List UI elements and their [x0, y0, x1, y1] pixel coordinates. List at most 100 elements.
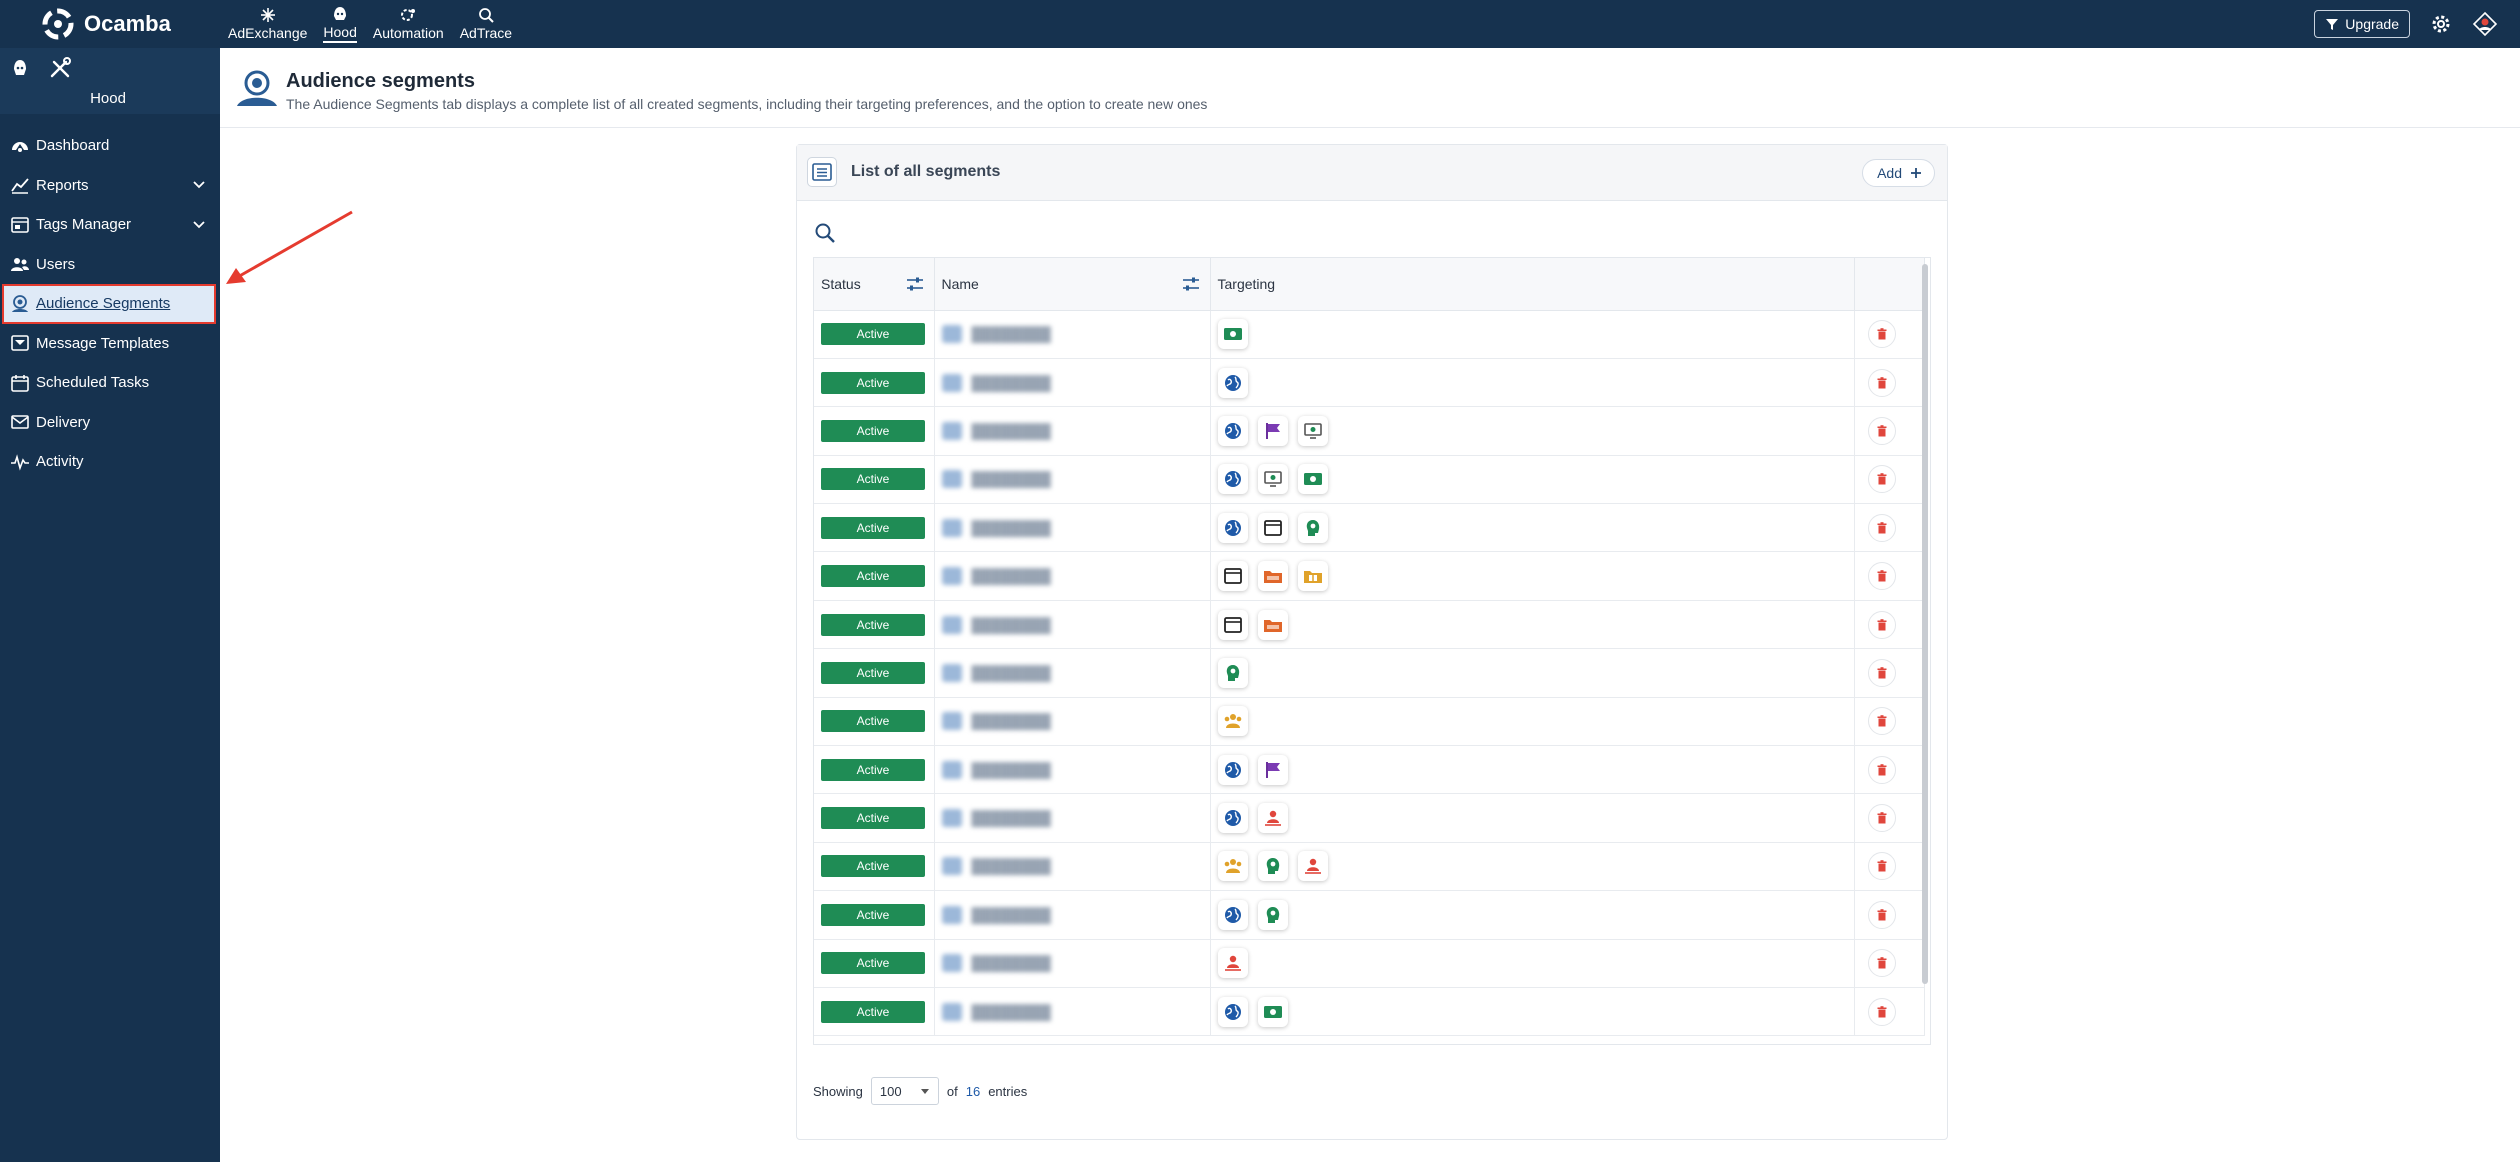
- table-row[interactable]: Active ████████: [814, 600, 1925, 650]
- delete-button[interactable]: [1867, 513, 1896, 542]
- table-row[interactable]: Active ████████: [814, 358, 1925, 408]
- tools-icon[interactable]: [48, 56, 72, 80]
- column-filter-icon[interactable]: [1182, 276, 1200, 292]
- status-badge[interactable]: Active: [821, 516, 925, 539]
- person-targeting-icon[interactable]: [1297, 851, 1328, 882]
- page-size-select[interactable]: 100: [870, 1077, 939, 1105]
- delete-button[interactable]: [1867, 852, 1896, 881]
- table-row[interactable]: Active ████████: [814, 890, 1925, 940]
- account-button[interactable]: [2472, 11, 2498, 37]
- group-targeting-icon[interactable]: [1217, 851, 1248, 882]
- sidebar-item-delivery[interactable]: Delivery: [0, 403, 220, 443]
- name-cell[interactable]: ████████: [934, 890, 1211, 940]
- table-row[interactable]: Active ████████: [814, 745, 1925, 795]
- status-badge[interactable]: Active: [821, 710, 925, 733]
- table-row[interactable]: Active ████████: [814, 987, 1925, 1037]
- table-row[interactable]: Active ████████: [814, 648, 1925, 698]
- money-targeting-icon[interactable]: [1217, 319, 1248, 350]
- name-cell[interactable]: ████████: [934, 842, 1211, 892]
- delete-button[interactable]: [1867, 658, 1896, 687]
- table-row[interactable]: Active ████████: [814, 842, 1925, 892]
- status-badge[interactable]: Active: [821, 855, 925, 878]
- head-targeting-icon[interactable]: [1297, 512, 1328, 543]
- delete-button[interactable]: [1867, 368, 1896, 397]
- delete-button[interactable]: [1867, 465, 1896, 494]
- globe-targeting-icon[interactable]: [1217, 367, 1248, 398]
- table-row[interactable]: Active ████████: [814, 310, 1925, 359]
- name-cell[interactable]: ████████: [934, 697, 1211, 747]
- sidebar-item-audience-segments[interactable]: Audience Segments: [2, 284, 216, 324]
- delete-button[interactable]: [1867, 562, 1896, 591]
- app-adexchange[interactable]: AdExchange: [220, 0, 315, 48]
- table-row[interactable]: Active ████████: [814, 939, 1925, 988]
- delete-button[interactable]: [1867, 707, 1896, 736]
- name-cell[interactable]: ████████: [934, 600, 1211, 650]
- table-row[interactable]: Active ████████: [814, 551, 1925, 601]
- delete-button[interactable]: [1867, 997, 1896, 1026]
- name-cell[interactable]: ████████: [934, 939, 1211, 988]
- status-badge[interactable]: Active: [821, 903, 925, 926]
- sidebar-item-users[interactable]: Users: [0, 245, 220, 285]
- app-adtrace[interactable]: AdTrace: [452, 0, 520, 48]
- person-targeting-icon[interactable]: [1257, 803, 1288, 834]
- table-row[interactable]: Active ████████: [814, 455, 1925, 505]
- globe-targeting-icon[interactable]: [1217, 512, 1248, 543]
- window-targeting-icon[interactable]: [1217, 561, 1248, 592]
- brand[interactable]: Ocamba: [0, 0, 220, 48]
- status-badge[interactable]: Active: [821, 371, 925, 394]
- app-hood[interactable]: Hood: [315, 0, 364, 48]
- hood-icon[interactable]: [10, 58, 30, 78]
- head-targeting-icon[interactable]: [1257, 851, 1288, 882]
- name-cell[interactable]: ████████: [934, 310, 1211, 359]
- sidebar-item-activity[interactable]: Activity: [0, 442, 220, 482]
- status-badge[interactable]: Active: [821, 468, 925, 491]
- monitor-targeting-icon[interactable]: [1257, 464, 1288, 495]
- delete-button[interactable]: [1867, 320, 1896, 349]
- column-targeting[interactable]: Targeting: [1210, 258, 1855, 311]
- settings-button[interactable]: [2428, 11, 2454, 37]
- globe-targeting-icon[interactable]: [1217, 899, 1248, 930]
- status-badge[interactable]: Active: [821, 952, 925, 975]
- status-badge[interactable]: Active: [821, 565, 925, 588]
- delete-button[interactable]: [1867, 610, 1896, 639]
- status-badge[interactable]: Active: [821, 613, 925, 636]
- column-filter-icon[interactable]: [906, 276, 924, 292]
- globe-targeting-icon[interactable]: [1217, 996, 1248, 1027]
- name-cell[interactable]: ████████: [934, 503, 1211, 553]
- sidebar-item-tags-manager[interactable]: Tags Manager: [0, 205, 220, 245]
- table-row[interactable]: Active ████████: [814, 793, 1925, 843]
- status-badge[interactable]: Active: [821, 758, 925, 781]
- column-name[interactable]: Name: [934, 258, 1211, 311]
- group-targeting-icon[interactable]: [1217, 706, 1248, 737]
- delete-button[interactable]: [1867, 755, 1896, 784]
- name-cell[interactable]: ████████: [934, 987, 1211, 1037]
- name-cell[interactable]: ████████: [934, 745, 1211, 795]
- money-targeting-icon[interactable]: [1297, 464, 1328, 495]
- status-badge[interactable]: Active: [821, 661, 925, 684]
- head-targeting-icon[interactable]: [1257, 899, 1288, 930]
- table-row[interactable]: Active ████████: [814, 503, 1925, 553]
- globe-targeting-icon[interactable]: [1217, 754, 1248, 785]
- delete-button[interactable]: [1867, 416, 1896, 445]
- search-icon[interactable]: [813, 221, 837, 245]
- name-cell[interactable]: ████████: [934, 406, 1211, 456]
- status-badge[interactable]: Active: [821, 1000, 925, 1023]
- folder-gift-targeting-icon[interactable]: [1297, 561, 1328, 592]
- name-cell[interactable]: ████████: [934, 551, 1211, 601]
- flag-targeting-icon[interactable]: [1257, 415, 1288, 446]
- globe-targeting-icon[interactable]: [1217, 415, 1248, 446]
- monitor-targeting-icon[interactable]: [1297, 415, 1328, 446]
- head-targeting-icon[interactable]: [1217, 657, 1248, 688]
- folder-targeting-icon[interactable]: [1257, 609, 1288, 640]
- delete-button[interactable]: [1867, 900, 1896, 929]
- sidebar-item-message-templates[interactable]: Message Templates: [0, 324, 220, 364]
- delete-button[interactable]: [1867, 804, 1896, 833]
- name-cell[interactable]: ████████: [934, 793, 1211, 843]
- table-row[interactable]: Active ████████: [814, 406, 1925, 456]
- name-cell[interactable]: ████████: [934, 358, 1211, 408]
- upgrade-button[interactable]: Upgrade: [2314, 10, 2410, 38]
- status-badge[interactable]: Active: [821, 323, 925, 346]
- delete-button[interactable]: [1867, 949, 1896, 978]
- money-targeting-icon[interactable]: [1257, 996, 1288, 1027]
- sidebar-item-scheduled-tasks[interactable]: Scheduled Tasks: [0, 363, 220, 403]
